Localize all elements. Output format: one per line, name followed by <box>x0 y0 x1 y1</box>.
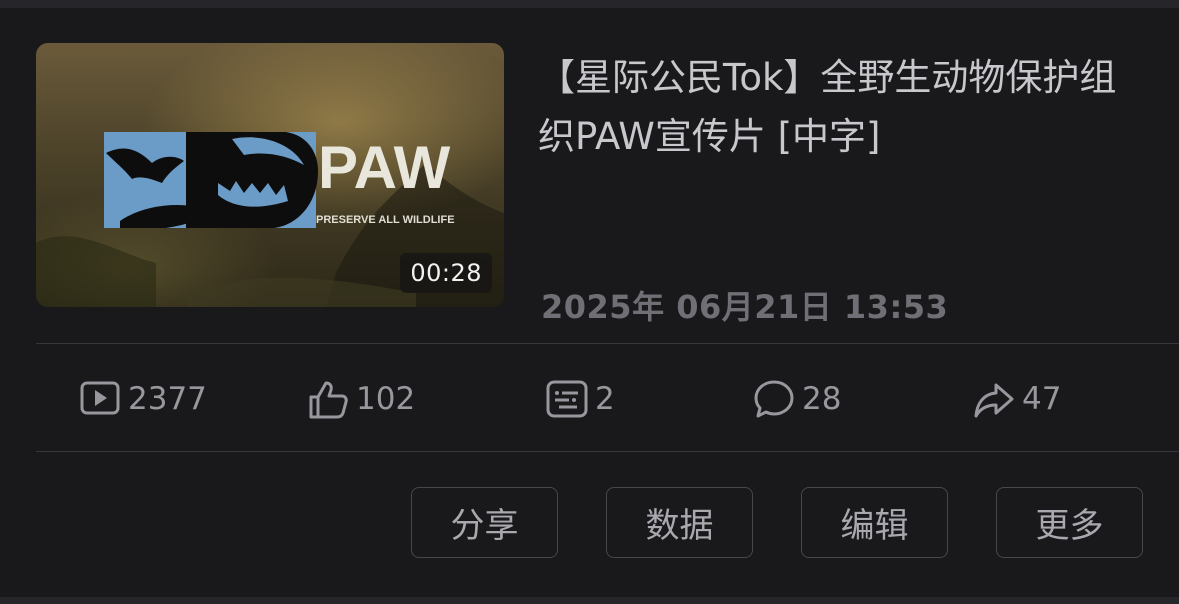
shares-count: 47 <box>1022 381 1062 417</box>
video-thumbnail[interactable]: PAW PRESERVE ALL WILDLIFE 00:28 <box>36 43 504 307</box>
svg-text:PRESERVE ALL WILDLIFE: PRESERVE ALL WILDLIFE <box>316 214 455 226</box>
danmaku-count: 2 <box>595 381 615 417</box>
thumbs-up-icon <box>306 377 350 421</box>
danmaku-icon <box>545 377 589 421</box>
stat-likes[interactable]: 102 <box>306 377 415 421</box>
likes-count: 102 <box>356 381 416 417</box>
bottom-separator <box>0 597 1179 604</box>
stat-danmaku[interactable]: 2 <box>545 377 615 421</box>
comments-count: 28 <box>802 381 842 417</box>
share-icon <box>972 377 1016 421</box>
more-button[interactable]: 更多 <box>996 487 1143 558</box>
comment-icon <box>752 377 796 421</box>
publish-date: 2025年 06月21日 13:53 <box>541 288 949 326</box>
top-separator <box>0 0 1179 8</box>
plays-count: 2377 <box>128 381 207 417</box>
data-button[interactable]: 数据 <box>606 487 753 558</box>
divider <box>36 451 1179 452</box>
stat-plays[interactable]: 2377 <box>78 377 207 421</box>
video-title[interactable]: 【星际公民Tok】全野生动物保护组织PAW宣传片 [中字] <box>538 48 1138 166</box>
edit-button[interactable]: 编辑 <box>801 487 948 558</box>
share-button[interactable]: 分享 <box>411 487 558 558</box>
stat-comments[interactable]: 28 <box>752 377 841 421</box>
video-duration: 00:28 <box>400 253 492 293</box>
play-icon <box>78 377 122 421</box>
stat-shares[interactable]: 47 <box>972 377 1061 421</box>
divider <box>36 343 1179 344</box>
svg-text:PAW: PAW <box>318 134 451 201</box>
